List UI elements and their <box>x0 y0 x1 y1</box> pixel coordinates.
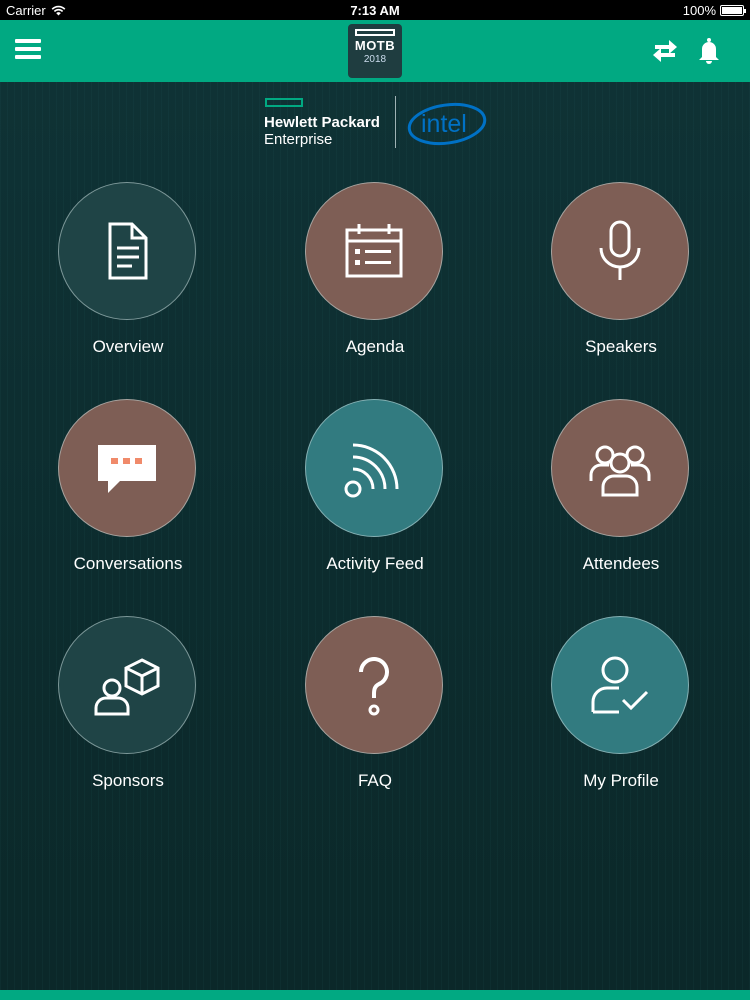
status-time: 7:13 AM <box>350 3 400 18</box>
status-battery: 100% <box>682 3 746 18</box>
sponsor-divider <box>395 96 396 148</box>
status-bar: Carrier 7:13 AM 100% <box>0 0 750 20</box>
tile-circle <box>58 616 196 754</box>
bell-icon <box>699 38 719 64</box>
tile-circle <box>58 399 196 537</box>
hamburger-icon <box>15 39 43 59</box>
sync-icon <box>653 40 677 62</box>
document-icon <box>108 222 148 280</box>
calendar-icon <box>345 224 403 278</box>
notifications-button[interactable] <box>694 36 724 66</box>
battery-icon <box>720 5 746 16</box>
microphone-icon <box>599 220 641 280</box>
hpe-logo-line2: Enterprise <box>264 131 333 148</box>
app-logo[interactable]: MOTB 2018 <box>348 24 402 78</box>
tile-activity-feed[interactable]: Activity Feed <box>275 399 475 609</box>
tile-conversations[interactable]: Conversations <box>28 399 228 609</box>
hpe-logo-bar <box>265 98 303 107</box>
tile-label-activity-feed: Activity Feed <box>326 554 424 573</box>
tile-label-overview: Overview <box>92 337 164 356</box>
tile-agenda[interactable]: Agenda <box>275 182 475 392</box>
tile-label-attendees: Attendees <box>582 554 660 573</box>
question-icon <box>359 657 389 716</box>
tile-label-sponsors: Sponsors <box>92 771 164 790</box>
group-icon <box>589 445 651 497</box>
tile-sponsors[interactable]: Sponsors <box>28 616 228 826</box>
menu-button[interactable] <box>15 39 43 63</box>
battery-percent: 100% <box>682 3 716 18</box>
hpe-logo-line1: Hewlett Packard <box>264 114 380 131</box>
tile-circle <box>551 616 689 754</box>
tile-label-speakers: Speakers <box>585 337 657 356</box>
tile-circle <box>551 182 689 320</box>
logo-name: MOTB <box>354 38 396 53</box>
sponsor-box-icon <box>94 658 160 716</box>
tile-my-profile[interactable]: My Profile <box>521 616 721 826</box>
intel-logo: intel <box>407 102 487 146</box>
sponsor-logos: Hewlett Packard Enterprise intel <box>262 94 492 152</box>
chat-bubble-icon <box>98 445 156 493</box>
sync-button[interactable] <box>650 36 680 66</box>
app-header: MOTB 2018 <box>0 20 750 82</box>
rss-feed-icon <box>344 443 399 498</box>
tile-circle <box>58 182 196 320</box>
tile-circle <box>305 399 443 537</box>
logo-year: 2018 <box>363 54 387 65</box>
main-dashboard: Hewlett Packard Enterprise intel Overvie… <box>0 82 750 990</box>
tile-label-agenda: Agenda <box>345 337 405 356</box>
tile-label-conversations: Conversations <box>73 554 183 573</box>
logo-bar-graphic <box>355 29 395 36</box>
tile-label-faq: FAQ <box>357 771 392 790</box>
svg-text:intel: intel <box>421 110 467 138</box>
tile-faq[interactable]: FAQ <box>275 616 475 826</box>
tile-label-my-profile: My Profile <box>583 771 659 790</box>
tile-circle <box>551 399 689 537</box>
bottom-accent-bar <box>0 990 750 1000</box>
tile-circle <box>305 182 443 320</box>
tile-speakers[interactable]: Speakers <box>521 182 721 392</box>
tile-attendees[interactable]: Attendees <box>521 399 721 609</box>
user-check-icon <box>591 656 649 714</box>
tile-circle <box>305 616 443 754</box>
tile-overview[interactable]: Overview <box>28 182 228 392</box>
